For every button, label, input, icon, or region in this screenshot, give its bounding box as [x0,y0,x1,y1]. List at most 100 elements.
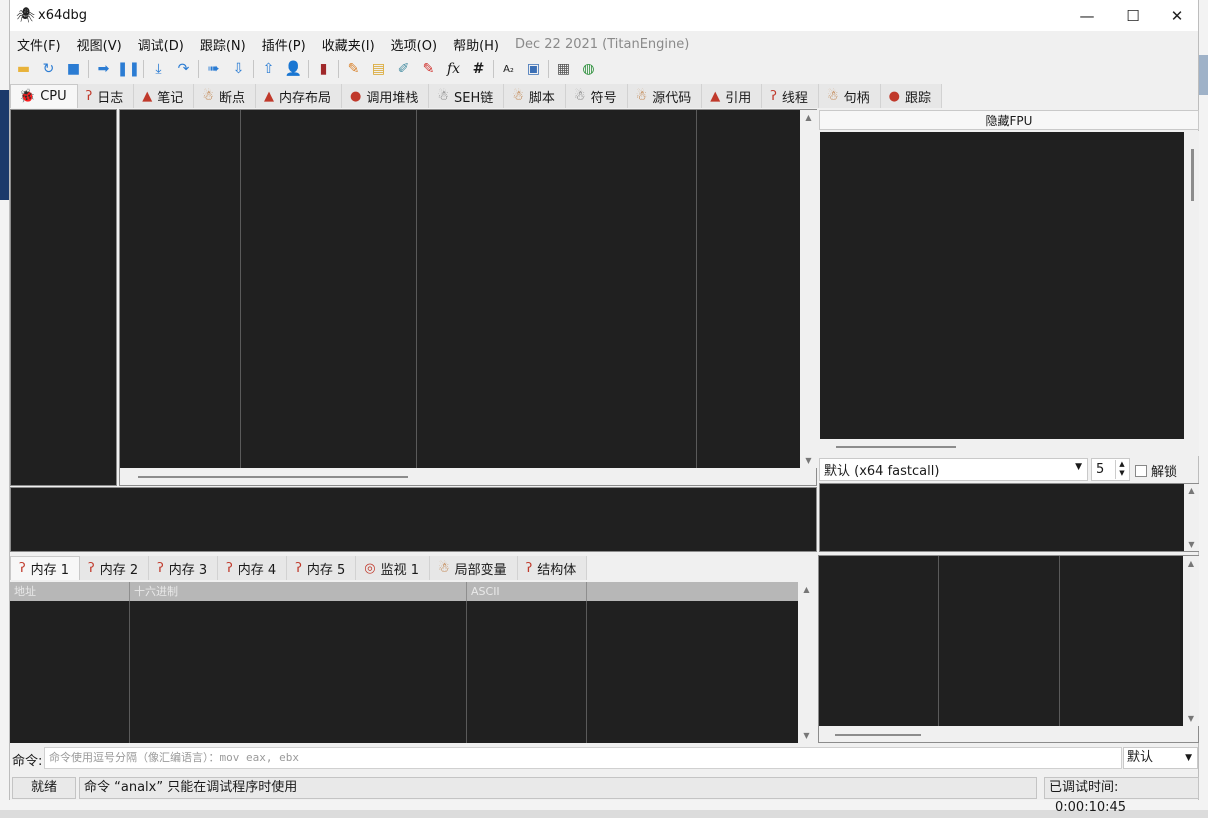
pause-icon[interactable]: ❚❚ [117,59,140,79]
menu-trace[interactable]: 跟踪(N) [200,35,246,54]
lollipop-icon: ◎ [364,560,376,576]
column-ascii[interactable]: ASCII [467,582,587,601]
arguments-panel[interactable]: ▲ ▼ [819,483,1199,552]
tab-struct[interactable]: ʔ 结构体 [517,556,588,580]
scroll-up-icon[interactable]: ▲ [1184,486,1199,495]
tab-call-stack[interactable]: ● 调用堆栈 [341,84,430,108]
open-icon[interactable]: ▬ [13,59,34,79]
tab-dump-1[interactable]: ʔ 内存 1 [10,556,81,580]
menu-help[interactable]: 帮助(H) [453,35,499,54]
tab-breakpoints[interactable]: ☃ 断点 [194,84,256,108]
info-panel[interactable] [10,487,817,552]
tab-label: 源代码 [652,90,692,106]
stack-panel[interactable]: ▲ ▼ [818,555,1199,743]
title-bar[interactable]: 🕷 x64dbg — ☐ ✕ [10,0,1198,31]
column-address[interactable]: 地址 [10,582,130,601]
scroll-down-icon[interactable]: ▼ [798,731,815,740]
labels-icon[interactable]: ✐ [393,59,414,79]
stop-icon[interactable]: ■ [63,59,84,79]
call-convention-select[interactable]: 默认 (x64 fastcall) ▼ [819,458,1088,481]
tab-dump-3[interactable]: ʔ 内存 3 [149,556,219,580]
dump-vertical-scrollbar[interactable]: ▲ ▼ [798,582,815,743]
tab-label: 内存 5 [306,562,346,578]
analyze-icon[interactable]: ▣ [523,59,544,79]
tab-log[interactable]: ʔ 日志 [77,84,135,108]
step-over-icon[interactable]: ↷ [173,59,194,79]
tab-dump-5[interactable]: ʔ 内存 5 [287,556,357,580]
tab-references[interactable]: ▲ 引用 [702,84,763,108]
scylla-icon[interactable]: ▮ [313,59,334,79]
functions-icon[interactable]: fx [443,59,464,79]
tab-trace[interactable]: ● 跟踪 [880,84,942,108]
run-to-user-code-icon[interactable]: 👤 [283,59,304,79]
menu-favourites[interactable]: 收藏夹(I) [322,35,375,54]
column-extra[interactable] [587,582,798,601]
scroll-down-icon[interactable]: ▼ [800,456,817,465]
tab-label: 调用堆栈 [366,90,419,106]
scroll-up-icon[interactable]: ▲ [800,113,817,122]
trace-into-icon[interactable]: ➠ [203,59,224,79]
tab-dump-4[interactable]: ʔ 内存 4 [218,556,288,580]
tab-label: 内存 2 [99,562,139,578]
patch-icon[interactable]: ✎ [343,59,364,79]
scroll-up-icon[interactable]: ▲ [1183,559,1199,568]
run-icon[interactable]: ➡ [93,59,114,79]
menu-debug[interactable]: 调试(D) [138,35,184,54]
tab-locals[interactable]: ☃ 局部变量 [429,556,518,580]
tab-label: 内存布局 [278,90,331,106]
command-mode-select[interactable]: 默认 ▼ [1123,747,1198,769]
main-tab-bar: 🐞 CPU ʔ 日志 ▲ 笔记 ☃ 断点 ▲ 内存布局 ● 调用堆栈 ☃ SEH链 ☃ 脚本 ☃… [10,84,1070,108]
hide-fpu-button[interactable]: 隐藏FPU [819,110,1199,130]
menu-options[interactable]: 选项(O) [391,35,437,54]
trace-over-icon[interactable]: ⇩ [228,59,249,79]
close-button[interactable]: ✕ [1154,0,1200,31]
gingerbread-icon: ☃ [826,88,839,104]
arguments-vertical-scrollbar[interactable]: ▲ ▼ [1184,484,1199,551]
calculator-icon[interactable]: ▦ [553,59,574,79]
step-into-icon[interactable]: ⤓ [148,59,169,79]
disassembly-horizontal-scrollbar[interactable] [138,476,408,478]
bookmarks-icon[interactable]: ✎ [418,59,439,79]
hash-icon[interactable]: # [468,59,489,79]
stack-horizontal-scrollbar[interactable] [835,734,921,736]
stack-vertical-scrollbar[interactable]: ▲ ▼ [1183,556,1199,726]
registers-vertical-scrollbar[interactable] [1191,149,1194,201]
registers-panel[interactable] [819,131,1199,456]
tab-dump-2[interactable]: ʔ 内存 2 [80,556,150,580]
tab-notes[interactable]: ▲ 笔记 [134,84,195,108]
disassembly-panel[interactable]: ▲ ▼ [119,109,817,486]
chevron-down-icon: ▼ [1075,462,1082,472]
arg-count-spinbox[interactable]: 5 ▲ ▼ [1091,458,1130,481]
tab-symbols[interactable]: ☃ 符号 [565,84,628,108]
comments-icon[interactable]: ▤ [368,59,389,79]
tab-seh-chain[interactable]: ☃ SEH链 [429,84,505,108]
spin-arrows-icon[interactable]: ▲ ▼ [1115,460,1128,479]
unlock-checkbox[interactable]: 解锁 [1135,461,1177,480]
menu-view[interactable]: 视图(V) [77,35,122,54]
tab-handles[interactable]: ☃ 句柄 [818,84,881,108]
tab-script[interactable]: ☃ 脚本 [504,84,566,108]
dump-panel[interactable] [10,601,816,743]
maximize-button[interactable]: ☐ [1110,0,1156,31]
disassembly-vertical-scrollbar[interactable]: ▲ ▼ [800,110,817,468]
checkbox-icon[interactable] [1135,464,1147,477]
execute-till-return-icon[interactable]: ⇧ [258,59,279,79]
cpu-sidebar-panel[interactable] [10,109,117,486]
tab-watch-1[interactable]: ◎ 监视 1 [356,556,430,580]
web-icon[interactable]: ◍ [578,59,599,79]
menu-file[interactable]: 文件(F) [17,35,61,54]
command-input[interactable]: 命令使用逗号分隔（像汇编语言）：mov eax, ebx [44,747,1122,769]
strings-icon[interactable]: A₂ [498,59,519,79]
scroll-down-icon[interactable]: ▼ [1184,540,1199,549]
scroll-up-icon[interactable]: ▲ [798,585,815,594]
tab-source[interactable]: ☃ 源代码 [627,84,703,108]
column-hex[interactable]: 十六进制 [130,582,467,601]
minimize-button[interactable]: — [1064,0,1110,31]
menu-plugins[interactable]: 插件(P) [262,35,306,54]
registers-horizontal-scrollbar[interactable] [836,446,956,448]
tab-cpu[interactable]: 🐞 CPU [10,84,78,108]
restart-icon[interactable]: ↻ [38,59,59,79]
scroll-down-icon[interactable]: ▼ [1183,714,1199,723]
tab-threads[interactable]: ʔ 线程 [762,84,819,108]
tab-memory-map[interactable]: ▲ 内存布局 [255,84,342,108]
